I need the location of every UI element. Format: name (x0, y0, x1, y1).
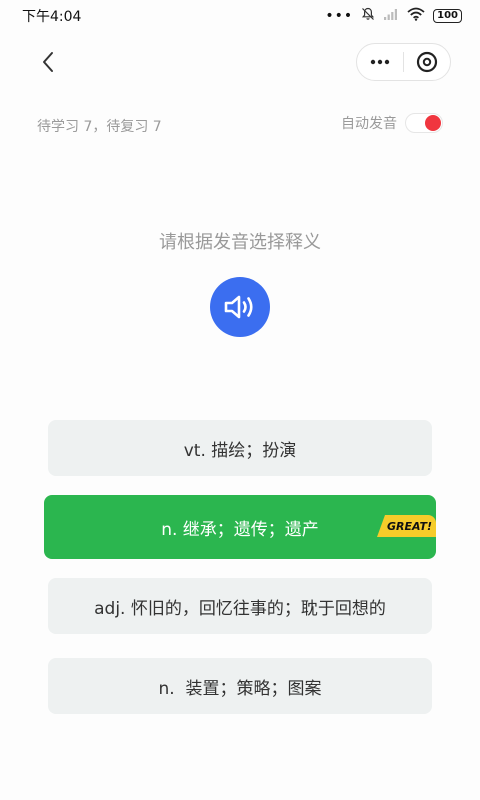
great-badge: GREAT! (377, 515, 436, 537)
mute-bell-icon (361, 7, 375, 25)
battery-indicator: 100 (433, 9, 462, 23)
auto-voice-label: 自动发音 (341, 116, 397, 132)
back-button[interactable] (32, 46, 64, 78)
wifi-icon (407, 7, 425, 25)
speaker-icon (224, 295, 253, 319)
auto-voice-toggle[interactable] (405, 113, 443, 133)
question-prompt: 请根据发音选择释义 (159, 232, 321, 253)
play-pronunciation-button[interactable] (210, 277, 270, 337)
option-label: n. 装置；策略；图案 (158, 678, 322, 699)
status-time: 下午4:04 (22, 9, 82, 25)
toggle-knob (425, 115, 441, 131)
status-bar: 下午4:04 ••• 100 (0, 0, 480, 32)
more-dots-icon (370, 59, 390, 65)
option-label: adj. 怀旧的，回忆往事的；耽于回想的 (94, 598, 386, 619)
study-progress-text: 待学习 7，待复习 7 (37, 119, 162, 135)
notification-dots: ••• (325, 8, 354, 24)
answer-option[interactable]: n. 装置；策略；图案 (48, 658, 432, 714)
quiz-screen: 下午4:04 ••• 100 待学习 7，待复习 7 自动发音 请根据发音选择释… (0, 0, 480, 800)
chevron-left-icon (43, 52, 53, 72)
answer-option-correct[interactable]: n. 继承；遗传；遗产 GREAT! (44, 495, 436, 559)
option-label: n. 继承；遗传；遗产 (161, 519, 319, 540)
signal-icon (383, 8, 399, 25)
status-icons: ••• 100 (325, 7, 462, 25)
option-label: vt. 描绘；扮演 (183, 440, 297, 461)
close-circle-icon (416, 51, 438, 73)
more-button[interactable] (357, 44, 403, 80)
answer-option[interactable]: vt. 描绘；扮演 (48, 420, 432, 476)
answer-option[interactable]: adj. 怀旧的，回忆往事的；耽于回想的 (48, 578, 432, 634)
mini-program-capsule (356, 43, 451, 81)
close-button[interactable] (404, 44, 450, 80)
auto-voice-setting: 自动发音 (341, 113, 443, 133)
